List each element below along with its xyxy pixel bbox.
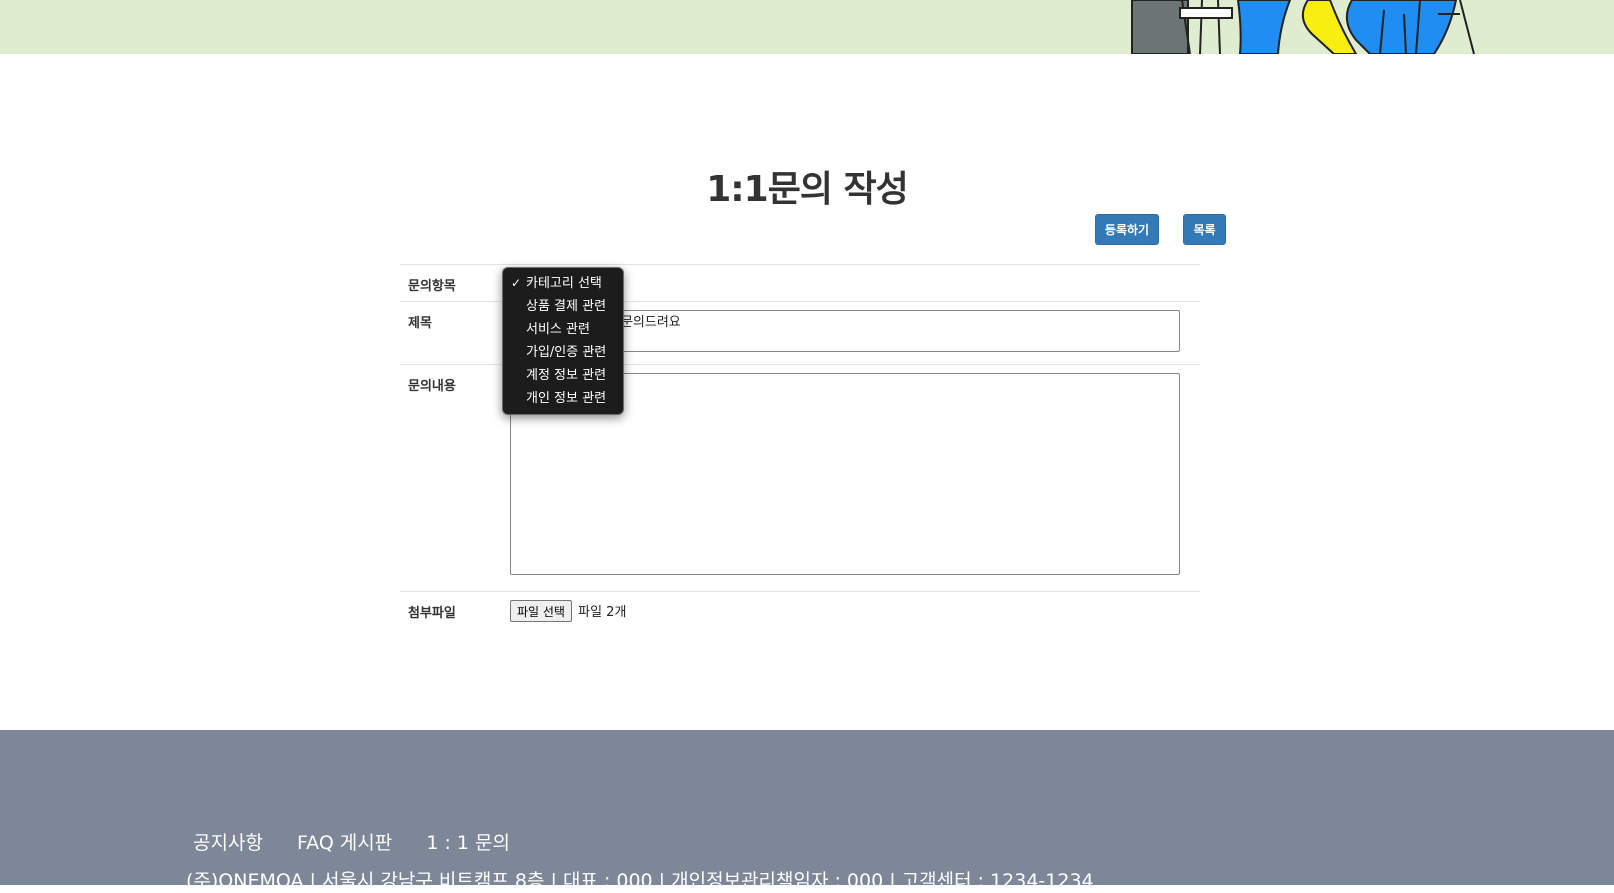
register-button[interactable]: 등록하기 xyxy=(1095,214,1159,245)
category-option[interactable]: 상품 결제 관련 xyxy=(503,295,623,318)
footer-link-notice[interactable]: 공지사항 xyxy=(193,832,263,854)
footer-link-inquiry[interactable]: 1 : 1 문의 xyxy=(426,832,510,854)
title-label: 제목 xyxy=(400,301,500,365)
category-option[interactable]: 가입/인증 관련 xyxy=(503,341,623,364)
list-button[interactable]: 목록 xyxy=(1183,214,1226,245)
category-label: 문의항목 xyxy=(400,264,500,302)
file-count-text: 파일 2개 xyxy=(578,604,627,620)
attachment-label: 첨부파일 xyxy=(400,591,500,634)
category-option[interactable]: ✓ 카테고리 선택 xyxy=(503,272,623,295)
checkmark-icon: ✓ xyxy=(511,276,522,290)
footer-link-faq[interactable]: FAQ 게시판 xyxy=(297,832,392,854)
hero-illustration xyxy=(1131,0,1475,54)
category-dropdown[interactable]: ✓ 카테고리 선택 상품 결제 관련 서비스 관련 가입/인증 관련 계정 정보… xyxy=(502,267,624,415)
category-option[interactable]: 서비스 관련 xyxy=(503,318,623,341)
hero-banner xyxy=(0,0,1614,54)
footer: 공지사항 FAQ 게시판 1 : 1 문의 (주)ONEMOA | 서울시 강남… xyxy=(0,730,1614,892)
category-option[interactable]: 개인 정보 관련 xyxy=(503,387,623,410)
company-info: (주)ONEMOA | 서울시 강남구 비트캠프 8층 | 대표 : 000 |… xyxy=(186,870,1094,892)
file-select-button[interactable]: 파일 선택 xyxy=(510,600,572,622)
page-title: 1:1문의 작성 xyxy=(706,169,909,210)
footer-links: 공지사항 FAQ 게시판 1 : 1 문의 xyxy=(193,828,538,855)
category-option[interactable]: 계정 정보 관련 xyxy=(503,364,623,387)
attachment-row: 첨부파일 파일 선택 파일 2개 xyxy=(400,591,1200,634)
content-label: 문의내용 xyxy=(400,364,500,592)
